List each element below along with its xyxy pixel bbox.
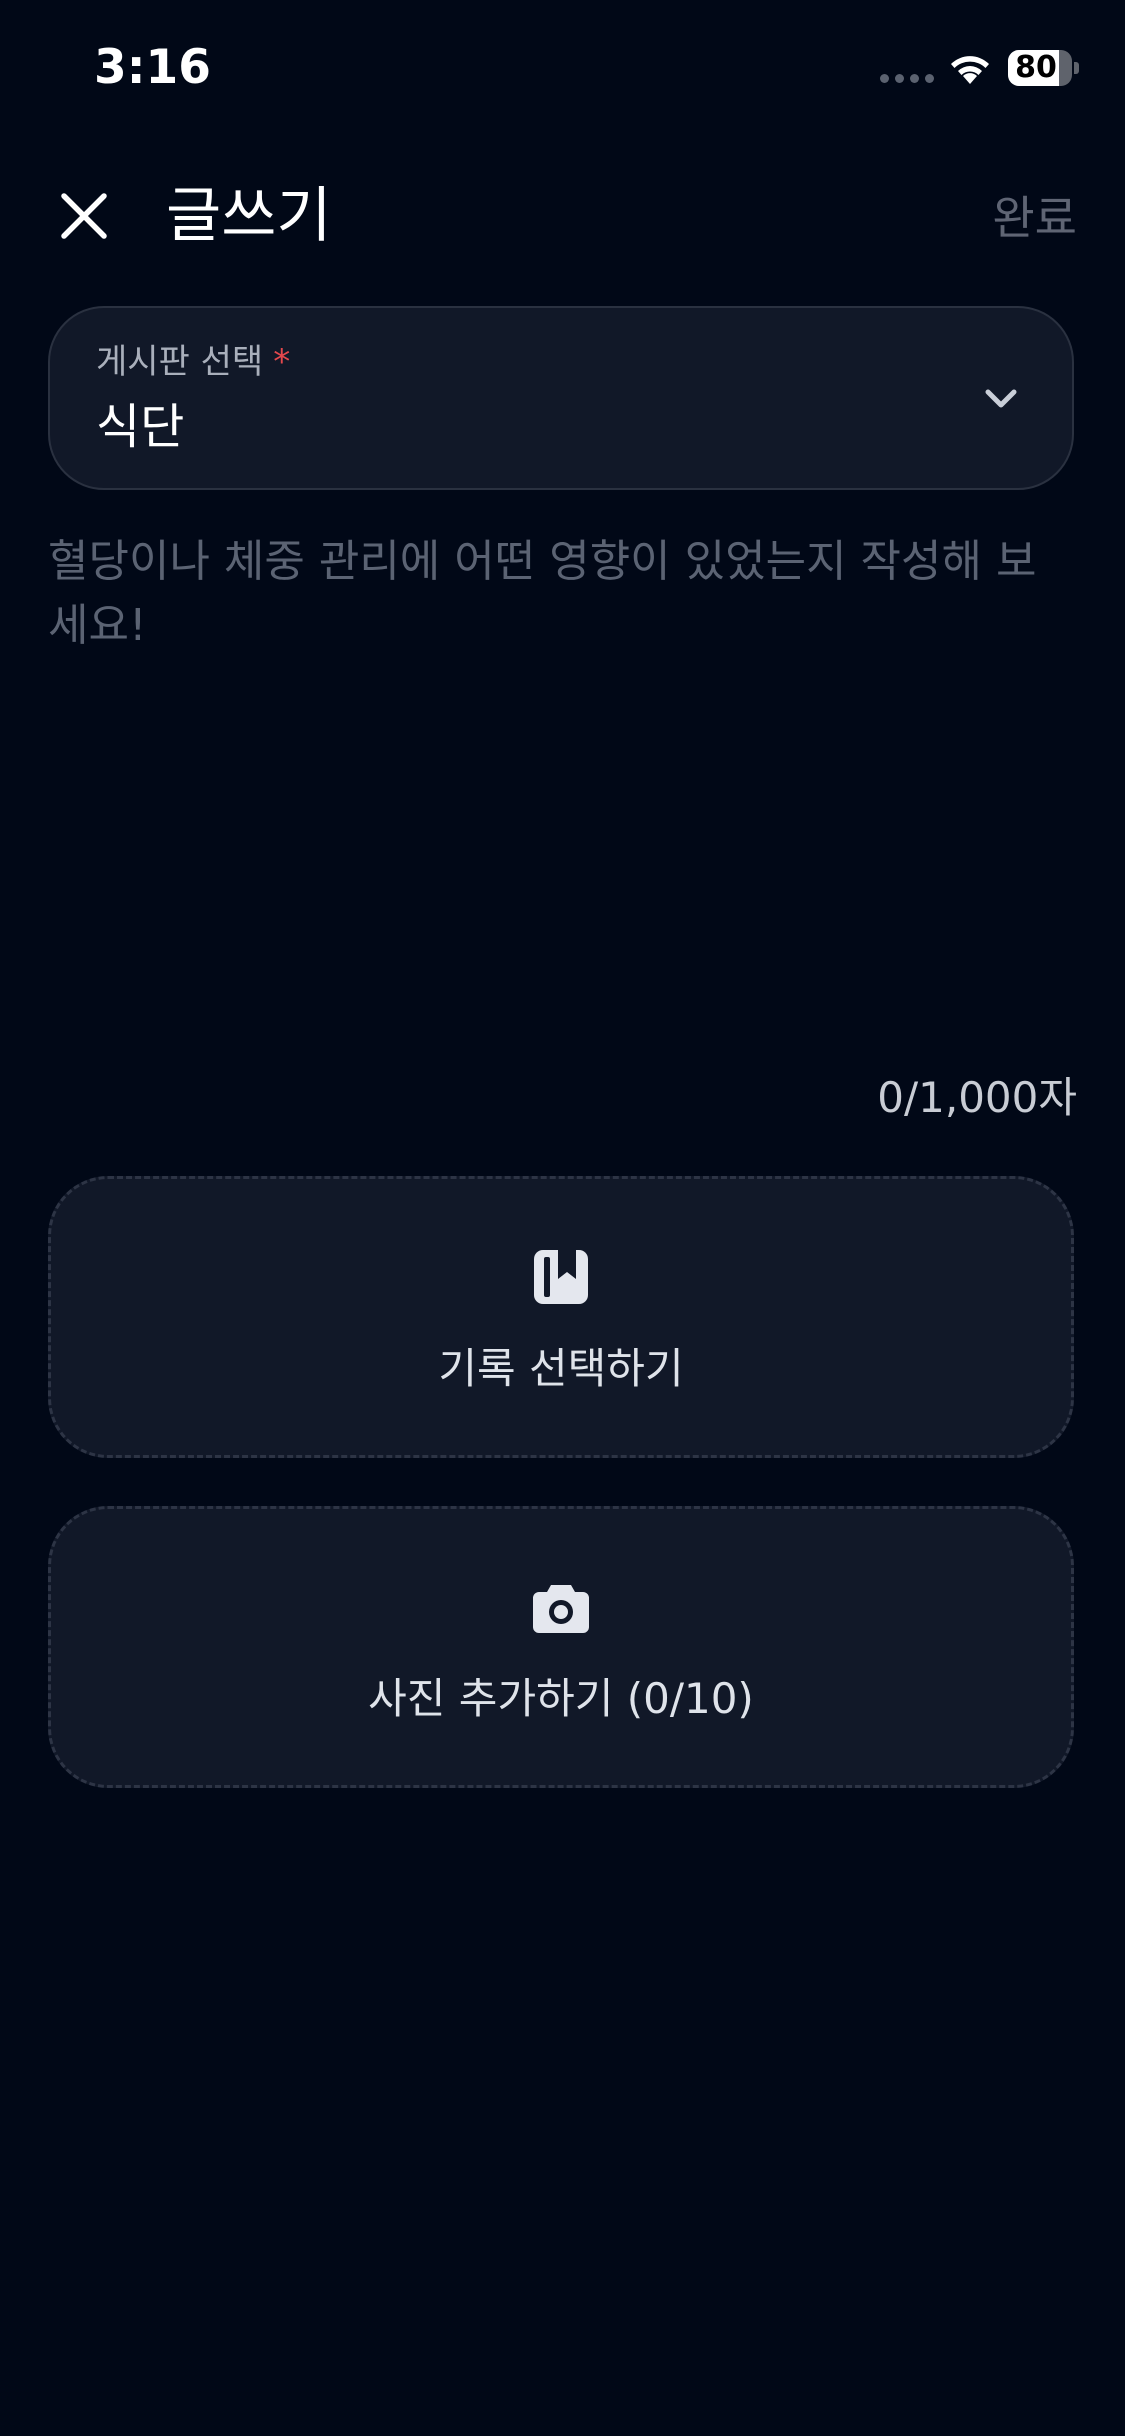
add-photo-label: 사진 추가하기 (0/10)	[368, 1674, 754, 1723]
book-bookmark-icon	[534, 1250, 588, 1304]
screen: 3:16 80 글쓰기 완료 게시판 선택 * 식단 혈당이나 체중 관리에 어…	[0, 0, 1125, 2436]
camera-icon	[533, 1585, 589, 1633]
page-title: 글쓰기	[166, 181, 332, 251]
board-select-dropdown[interactable]: 게시판 선택 * 식단	[48, 306, 1074, 490]
close-button[interactable]	[48, 180, 120, 252]
select-record-label: 기록 선택하기	[438, 1344, 684, 1393]
chevron-down-icon	[985, 389, 1017, 408]
close-icon	[61, 193, 107, 239]
character-counter: 0/1,000자	[877, 1073, 1077, 1122]
status-time: 3:16	[94, 40, 211, 95]
required-mark: *	[273, 342, 291, 382]
cellular-signal-icon	[880, 74, 936, 84]
add-photo-button[interactable]: 사진 추가하기 (0/10)	[48, 1506, 1074, 1788]
post-content-input[interactable]	[48, 530, 1074, 1060]
battery-body: 80	[1008, 50, 1072, 86]
board-select-label: 게시판 선택 *	[96, 340, 290, 384]
status-bar: 3:16 80	[0, 0, 1125, 140]
board-select-label-text: 게시판 선택	[96, 342, 264, 382]
select-record-button[interactable]: 기록 선택하기	[48, 1176, 1074, 1458]
wifi-icon	[951, 56, 989, 84]
battery-level: 80	[1015, 50, 1057, 85]
board-select-value: 식단	[96, 399, 185, 455]
header: 글쓰기 완료	[0, 170, 1125, 260]
done-button[interactable]: 완료	[992, 188, 1077, 248]
battery-cap	[1074, 62, 1079, 74]
battery-icon: 80	[1008, 50, 1079, 86]
